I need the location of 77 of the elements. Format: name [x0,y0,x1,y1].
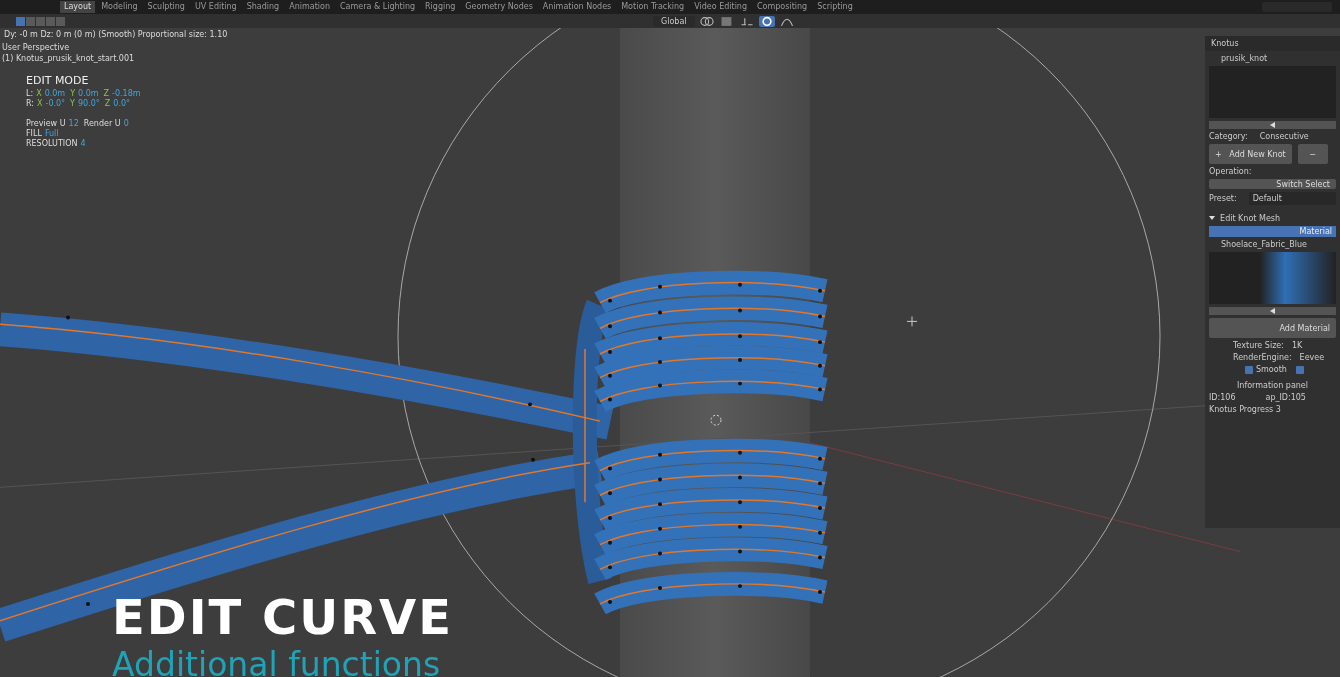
axis-value: 0.0m [44,89,66,99]
info-value: Full [44,129,59,139]
3d-cursor-icon [710,414,722,426]
proportional-edit-icon[interactable] [758,15,775,27]
collapse-arrow-icon [1209,215,1215,221]
category-value[interactable]: Consecutive [1259,132,1309,141]
axis-label: Z [104,99,111,109]
add-material-button[interactable]: Add Material [1209,318,1336,338]
axis-label: Y [70,99,75,109]
subpanel-header[interactable]: Edit Knot Mesh [1209,214,1336,223]
caption-title: EDIT CURVE [112,590,454,644]
left-arrow-icon [1269,308,1276,314]
workspace-tab[interactable]: Modeling [97,1,142,13]
transform-label: L: [26,89,34,99]
panel-header[interactable]: Knotus [1205,36,1340,51]
remove-knot-button[interactable]: − [1297,144,1328,164]
switch-select-button[interactable]: Switch Select [1209,179,1336,189]
info-label: FILL [26,129,42,139]
checkbox[interactable] [1245,365,1253,374]
workspace-tab[interactable]: Shading [242,1,284,13]
workspace-tab[interactable]: Compositing [753,1,812,13]
render-engine-value[interactable]: Eevee [1299,353,1325,362]
workspace-tab[interactable]: Camera & Lighting [336,1,420,13]
info-label: RESOLUTION [26,139,78,149]
workspace-tab[interactable]: Animation Nodes [538,1,616,13]
workspace-tab[interactable]: UV Editing [190,1,241,13]
workspace-tab[interactable]: Rigging [421,1,460,13]
workspace-tab[interactable]: Motion Tracking [617,1,689,13]
axis-value: -0.0° [45,99,66,109]
axis-label: Y [70,89,76,99]
id-text: ID:106 [1209,393,1236,402]
info-label: Render U [83,119,121,129]
material-header[interactable]: Material [1209,226,1336,237]
workspace-tab[interactable]: Animation [285,1,334,13]
mode-title: EDIT MODE [26,74,90,87]
workspace-tab[interactable]: Scripting [813,1,857,13]
select-mode-icons[interactable] [16,16,65,26]
axis-value: 0.0° [113,99,131,109]
progress-text: Knotus Progress 3 [1209,405,1282,414]
ap-id-text: ap_ID:105 [1265,393,1306,402]
render-engine-label: RenderEngine: [1233,353,1292,362]
operator-status-text: Dy: -0 m Dz: 0 m (0 m) (Smooth) Proportional size: 1.10 [4,30,228,39]
axis-value: 0.0m [78,89,99,99]
transform-label: R: [26,99,34,109]
workspace-tab[interactable]: Geometry Nodes [461,1,537,13]
add-knot-button[interactable]: + Add New Knot [1209,144,1292,164]
material-preview-image[interactable] [1209,252,1336,304]
info-value: 4 [80,139,86,149]
caption-subtitle: Additional functions [112,644,442,677]
texture-size-label: Texture Size: [1233,341,1284,350]
operation-label: Operation: [1209,167,1253,176]
axis-label: X [37,99,43,109]
info-value: 12 [68,119,79,129]
info-value: 0 [123,119,129,129]
axis-value: 90.0° [78,99,100,109]
checkbox-label: Smooth [1256,365,1287,374]
workspace-tab[interactable]: Video Editing [690,1,751,13]
info-label: Preview U [26,119,66,129]
view-name: User Perspective [2,42,71,53]
workspace-tab[interactable]: Layout [60,1,96,13]
axis-label: X [36,89,42,99]
checkbox[interactable] [1295,365,1304,374]
knot-name-field[interactable]: prusik_knot [1209,54,1336,63]
axis-value: -0.18m [112,89,141,99]
material-name-field[interactable]: Shoelace_Fabric_Blue [1209,240,1336,249]
orientation-dropdown[interactable]: Global [653,15,695,27]
info-panel-title: Information panel [1235,381,1309,390]
axis-label: Z [103,89,110,99]
move-cursor-icon [906,315,918,327]
preset-label: Preset: [1209,194,1237,203]
workspace-tab[interactable]: Sculpting [143,1,189,13]
pivot-icon[interactable] [698,15,715,27]
left-arrow-icon [1269,122,1276,128]
texture-size-value[interactable]: 1K [1291,341,1303,350]
preset-dropdown[interactable]: Default [1248,192,1336,205]
object-name: (1) Knotus_prusik_knot_start.001 [2,53,136,64]
category-label: Category: [1209,132,1248,141]
